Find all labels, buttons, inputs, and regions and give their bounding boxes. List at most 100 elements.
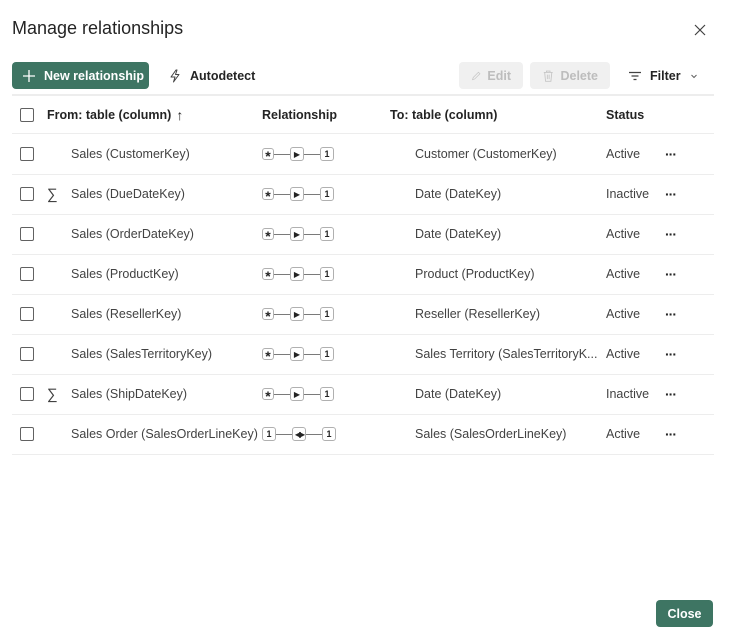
more-options-icon[interactable]: ··· [665,134,677,174]
delete-button[interactable]: Delete [530,62,610,89]
column-header-to[interactable]: To: table (column) [390,96,497,133]
from-column: Sales (DueDateKey) [71,187,185,201]
to-column: Date (DateKey) [415,187,502,201]
relationship-line [274,153,290,155]
table-row[interactable]: ∑ Sales (DueDateKey) * ▶ 1 Date (DateKey) Inac… [12,174,714,215]
table-row[interactable]: Sales (ResellerKey) * ▶ 1 Reseller (Reseller… [12,294,714,335]
from-cardinality: * [262,148,274,163]
cross-filter-direction: ▶ [290,227,304,241]
row-checkbox[interactable] [20,147,34,161]
table-row[interactable]: Sales Order (SalesOrderLineKey) 1 ◀▶ 1 Sales… [12,414,714,455]
table-row[interactable]: Sales (SalesTerritoryKey) * ▶ 1 Sales Territ… [12,334,714,375]
close-icon [694,24,706,36]
column-header-from[interactable]: From: table (column) ↑ [47,96,183,133]
trash-icon [543,70,553,82]
new-relationship-button[interactable]: New relationship [12,62,149,89]
edit-button[interactable]: Edit [459,62,523,89]
relationship-diagram: 1 ◀▶ 1 [262,414,336,454]
single-direction-icon: ▶ [293,229,301,239]
relationship-line [304,313,320,315]
single-direction-icon: ▶ [293,149,301,159]
filter-button[interactable]: Filter [628,62,699,89]
more-options-icon[interactable]: ··· [665,214,677,254]
row-checkbox[interactable] [20,387,34,401]
relationship-line [274,193,290,195]
column-header-from-label: From: table (column) [47,107,172,122]
status-text: Active [606,307,641,321]
row-checkbox[interactable] [20,227,34,241]
to-column: Date (DateKey) [415,227,502,241]
row-checkbox[interactable] [20,427,34,441]
single-direction-icon: ▶ [293,269,301,279]
cross-filter-direction: ▶ [290,187,304,201]
relationship-diagram: * ▶ 1 [262,294,334,334]
more-options-icon[interactable]: ··· [665,334,677,374]
close-dialog-button[interactable] [690,20,710,40]
to-column: Date (DateKey) [415,387,502,401]
from-column: Sales (ShipDateKey) [71,387,188,401]
row-checkbox[interactable] [20,307,34,321]
more-options-icon[interactable]: ··· [665,254,677,294]
cross-filter-direction: ▶ [290,347,304,361]
relationship-line [304,233,320,235]
select-all-checkbox[interactable] [20,107,34,122]
from-cardinality: * [262,188,274,203]
status-text: Active [606,267,641,281]
to-cardinality: 1 [320,267,334,281]
relationship-diagram: * ▶ 1 [262,214,334,254]
cross-filter-direction: ▶ [290,307,304,321]
single-direction-icon: ▶ [293,309,301,319]
from-cardinality: * [262,228,274,243]
filter-icon [629,71,641,80]
relationship-line [274,233,290,235]
table-row[interactable]: Sales (CustomerKey) * ▶ 1 Customer (Customer… [12,134,714,175]
status-text: Inactive [606,387,650,401]
dialog-title: Manage relationships [12,18,184,38]
both-directions-icon: ◀▶ [294,429,305,439]
status-text: Active [606,147,641,161]
row-checkbox[interactable] [20,267,34,281]
to-cardinality: 1 [320,227,334,241]
edit-label: Edit [487,68,511,83]
table-row[interactable]: Sales (OrderDateKey) * ▶ 1 Date (DateKey) Act… [12,214,714,255]
more-options-icon[interactable]: ··· [665,414,677,454]
relationship-diagram: * ▶ 1 [262,254,334,294]
more-options-icon[interactable]: ··· [665,294,677,334]
relationship-line [276,433,292,435]
more-options-icon[interactable]: ··· [665,374,677,414]
more-options-icon[interactable]: ··· [665,174,677,214]
close-button[interactable]: Close [656,600,713,627]
status-text: Active [606,227,641,241]
sigma-icon: ∑ [47,185,58,203]
column-header-relationship[interactable]: Relationship [262,96,337,133]
to-column: Reseller (ResellerKey) [415,307,541,321]
row-checkbox[interactable] [20,187,34,201]
from-cardinality: * [262,388,274,403]
cross-filter-direction: ◀▶ [292,427,306,441]
relationship-diagram: * ▶ 1 [262,134,334,174]
status-text: Active [606,427,641,441]
from-cardinality: * [262,348,274,363]
to-column: Customer (CustomerKey) [415,147,557,161]
status-text: Active [606,347,641,361]
column-header-status[interactable]: Status [606,96,644,133]
relationship-line [274,353,290,355]
row-checkbox[interactable] [20,347,34,361]
from-column: Sales (ResellerKey) [71,307,182,321]
relationship-diagram: * ▶ 1 [262,334,334,374]
table-row[interactable]: ∑ Sales (ShipDateKey) * ▶ 1 Date (DateKey) Ina… [12,374,714,415]
table-row[interactable]: Sales (ProductKey) * ▶ 1 Product (ProductKey… [12,254,714,295]
delete-label: Delete [560,68,598,83]
relationship-line [304,353,320,355]
relationship-line [304,193,320,195]
relationship-line [304,153,320,155]
relationship-line [274,313,290,315]
chevron-down-icon [690,74,697,78]
sort-ascending-icon: ↑ [176,106,184,123]
autodetect-button[interactable]: Autodetect [168,62,255,89]
to-cardinality: 1 [322,427,336,441]
cross-filter-direction: ▶ [290,387,304,401]
relationship-line [306,433,322,435]
relationship-diagram: * ▶ 1 [262,374,334,414]
relationship-line [304,393,320,395]
